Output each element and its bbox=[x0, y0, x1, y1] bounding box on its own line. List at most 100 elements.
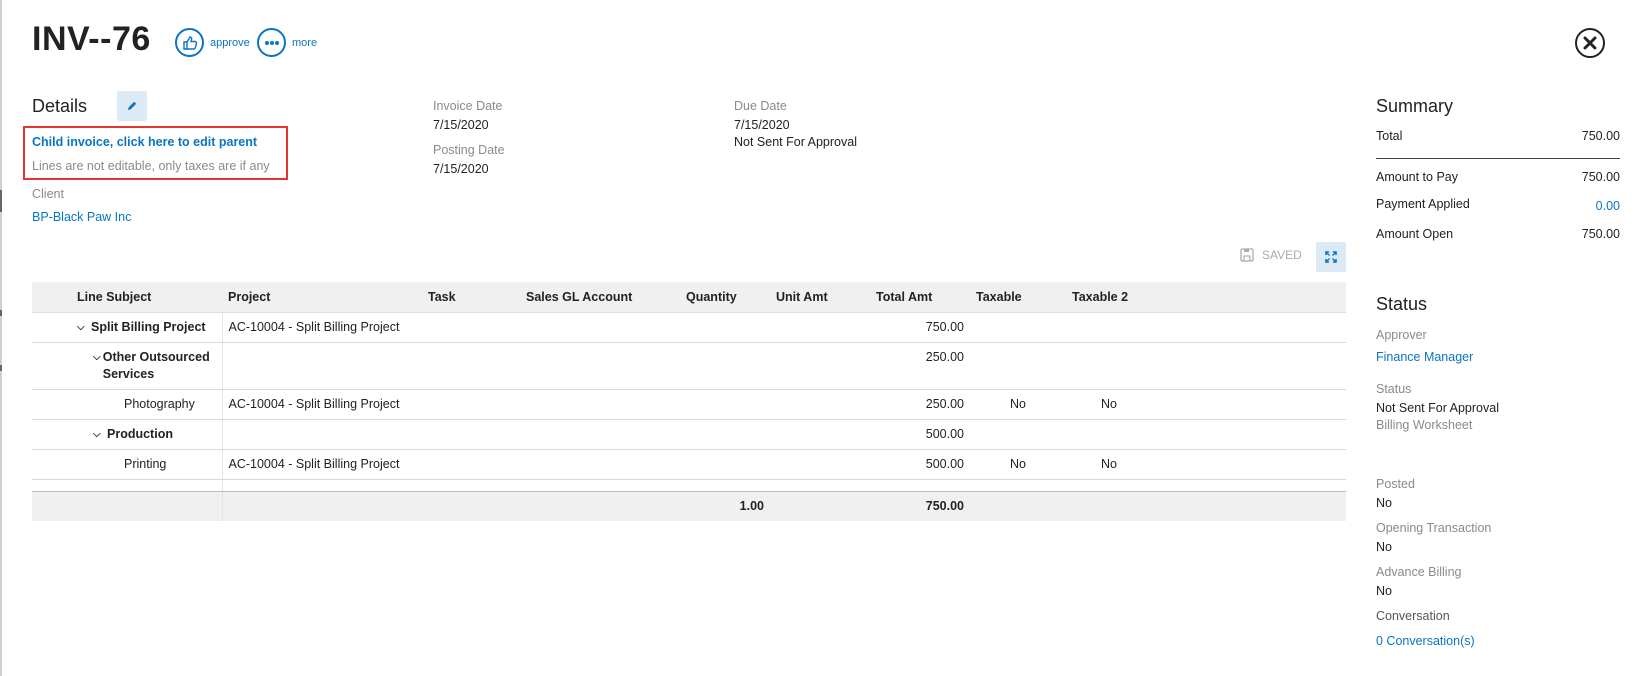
row-taxable[interactable]: No bbox=[970, 389, 1066, 420]
row-total: 250.00 bbox=[870, 389, 970, 420]
col-task[interactable]: Task bbox=[422, 282, 520, 313]
close-button[interactable] bbox=[1575, 28, 1605, 58]
lines-note: Lines are not editable, only taxes are i… bbox=[32, 159, 270, 173]
col-taxable[interactable]: Taxable bbox=[970, 282, 1066, 313]
summary-total-row: Total 750.00 bbox=[1376, 129, 1620, 143]
advance-billing-label: Advance Billing bbox=[1376, 565, 1462, 579]
approve-label: approve bbox=[210, 36, 250, 49]
row-subject: Production bbox=[107, 426, 173, 441]
expand-icon bbox=[1325, 251, 1337, 263]
col-unit-amt[interactable]: Unit Amt bbox=[770, 282, 870, 313]
row-project: AC-10004 - Split Billing Project bbox=[222, 449, 422, 480]
row-subject: Other Outsourced Services bbox=[102, 349, 210, 381]
summary-total-value: 750.00 bbox=[1581, 129, 1620, 143]
table-row[interactable]: ⌵ Production 500.00 bbox=[32, 419, 1346, 450]
row-subject-cell: ⌵ Other Outsourced Services bbox=[32, 342, 223, 390]
edge-tick bbox=[0, 310, 2, 316]
amount-open-row: Amount Open 750.00 bbox=[1376, 227, 1620, 241]
approver-link[interactable]: Finance Manager bbox=[1376, 350, 1473, 364]
table-row[interactable]: Photography AC-10004 - Split Billing Pro… bbox=[32, 389, 1346, 420]
opening-transaction-value: No bbox=[1376, 540, 1392, 554]
col-total-amt[interactable]: Total Amt bbox=[870, 282, 970, 313]
row-taxable-2[interactable]: No bbox=[1066, 449, 1152, 480]
due-date-value: 7/15/2020 bbox=[734, 118, 790, 132]
thumbs-up-icon bbox=[175, 28, 204, 57]
row-subject: Printing bbox=[32, 449, 223, 480]
invoice-title: INV--76 bbox=[32, 20, 151, 58]
more-label: more bbox=[292, 36, 318, 49]
invoice-date-value: 7/15/2020 bbox=[433, 118, 489, 132]
more-button[interactable]: more bbox=[257, 28, 317, 57]
col-line-subject[interactable]: Line Subject bbox=[32, 282, 222, 313]
summary-total-label: Total bbox=[1376, 129, 1403, 143]
status-label: Status bbox=[1376, 382, 1412, 396]
amount-to-pay-value: 750.00 bbox=[1581, 170, 1620, 184]
due-date-label: Due Date bbox=[734, 99, 787, 113]
row-subject-cell: ⌵ Split Billing Project bbox=[32, 312, 223, 343]
close-icon bbox=[1583, 36, 1597, 50]
line-items-table: Line Subject Project Task Sales GL Accou… bbox=[32, 282, 1346, 521]
row-total: 250.00 bbox=[870, 342, 970, 390]
row-subject-cell: ⌵ Production bbox=[32, 419, 223, 450]
status-sub: Billing Worksheet bbox=[1376, 418, 1473, 432]
client-label: Client bbox=[32, 187, 64, 201]
chevron-down-icon[interactable]: ⌵ bbox=[93, 426, 107, 443]
col-sales-gl[interactable]: Sales GL Account bbox=[520, 282, 680, 313]
total-amount: 750.00 bbox=[870, 491, 970, 521]
row-total: 500.00 bbox=[870, 449, 970, 480]
approval-status-text: Not Sent For Approval bbox=[734, 135, 857, 149]
table-spacer-row bbox=[32, 479, 1346, 492]
advance-billing-value: No bbox=[1376, 584, 1392, 598]
col-spacer bbox=[1152, 282, 1346, 313]
col-project[interactable]: Project bbox=[222, 282, 422, 313]
expand-button[interactable] bbox=[1316, 242, 1346, 272]
amount-open-value: 750.00 bbox=[1581, 227, 1620, 241]
approver-label: Approver bbox=[1376, 328, 1427, 342]
table-row[interactable]: Printing AC-10004 - Split Billing Projec… bbox=[32, 449, 1346, 480]
row-subject: Photography bbox=[32, 389, 223, 420]
status-value: Not Sent For Approval bbox=[1376, 401, 1499, 415]
row-total: 750.00 bbox=[870, 312, 970, 343]
payment-applied-row: Payment Applied 0.00 bbox=[1376, 197, 1620, 213]
table-header-row: Line Subject Project Task Sales GL Accou… bbox=[32, 282, 1346, 313]
saved-indicator: SAVED bbox=[1240, 248, 1302, 262]
client-link[interactable]: BP-Black Paw Inc bbox=[32, 210, 131, 224]
row-total: 500.00 bbox=[870, 419, 970, 450]
pencil-icon bbox=[128, 101, 137, 110]
amount-to-pay-label: Amount to Pay bbox=[1376, 170, 1458, 184]
col-taxable-2[interactable]: Taxable 2 bbox=[1066, 282, 1152, 313]
left-edge bbox=[0, 0, 2, 676]
status-heading: Status bbox=[1376, 294, 1428, 314]
chevron-down-icon[interactable]: ⌵ bbox=[93, 349, 103, 383]
row-taxable-2[interactable]: No bbox=[1066, 389, 1152, 420]
chevron-down-icon[interactable]: ⌵ bbox=[77, 319, 91, 336]
posting-date-label: Posting Date bbox=[433, 143, 505, 157]
row-subject: Split Billing Project bbox=[91, 319, 206, 334]
edge-tick bbox=[0, 365, 2, 371]
table-row[interactable]: ⌵ Other Outsourced Services 250.00 bbox=[32, 342, 1346, 390]
payment-applied-label: Payment Applied bbox=[1376, 197, 1470, 211]
approve-button[interactable]: approve bbox=[175, 28, 250, 57]
invoice-date-label: Invoice Date bbox=[433, 99, 503, 113]
total-quantity: 1.00 bbox=[680, 491, 770, 521]
edit-details-button[interactable] bbox=[117, 91, 147, 121]
details-heading: Details bbox=[32, 96, 88, 116]
table-row[interactable]: ⌵ Split Billing Project AC-10004 - Split… bbox=[32, 312, 1346, 343]
payment-applied-link[interactable]: 0.00 bbox=[1596, 199, 1620, 213]
row-project: AC-10004 - Split Billing Project bbox=[222, 312, 422, 343]
row-taxable[interactable]: No bbox=[970, 449, 1066, 480]
amount-open-label: Amount Open bbox=[1376, 227, 1454, 241]
summary-divider bbox=[1376, 158, 1620, 159]
amount-to-pay-row: Amount to Pay 750.00 bbox=[1376, 170, 1620, 184]
row-project: AC-10004 - Split Billing Project bbox=[222, 389, 422, 420]
posted-value: No bbox=[1376, 496, 1392, 510]
row-project bbox=[222, 419, 422, 450]
conversation-label: Conversation bbox=[1376, 609, 1450, 623]
col-quantity[interactable]: Quantity bbox=[680, 282, 770, 313]
edge-tick bbox=[0, 190, 2, 212]
opening-transaction-label: Opening Transaction bbox=[1376, 521, 1492, 535]
conversation-link[interactable]: 0 Conversation(s) bbox=[1376, 634, 1475, 648]
edit-parent-link[interactable]: Child invoice, click here to edit parent bbox=[32, 135, 257, 149]
row-project bbox=[222, 342, 422, 390]
posting-date-value: 7/15/2020 bbox=[433, 162, 489, 176]
